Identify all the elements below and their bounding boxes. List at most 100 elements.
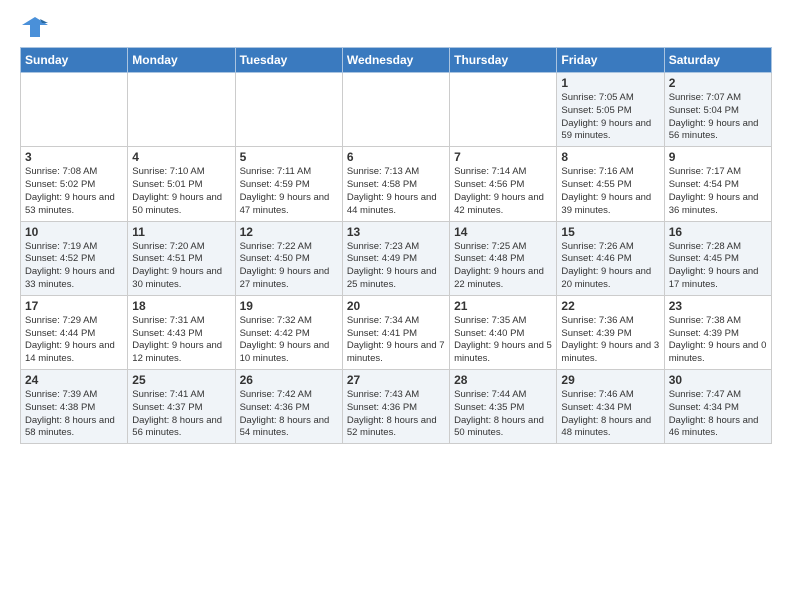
weekday-header: Monday	[128, 48, 235, 73]
calendar-cell: 13 Sunrise: 7:23 AMSunset: 4:49 PMDaylig…	[342, 221, 449, 295]
calendar-cell	[21, 73, 128, 147]
day-info: Sunrise: 7:23 AMSunset: 4:49 PMDaylight:…	[347, 241, 445, 292]
calendar-cell: 26 Sunrise: 7:42 AMSunset: 4:36 PMDaylig…	[235, 370, 342, 444]
day-info: Sunrise: 7:39 AMSunset: 4:38 PMDaylight:…	[25, 389, 123, 440]
day-info: Sunrise: 7:31 AMSunset: 4:43 PMDaylight:…	[132, 315, 230, 366]
day-info: Sunrise: 7:43 AMSunset: 4:36 PMDaylight:…	[347, 389, 445, 440]
day-number: 18	[132, 299, 230, 313]
day-number: 24	[25, 373, 123, 387]
day-info: Sunrise: 7:07 AMSunset: 5:04 PMDaylight:…	[669, 92, 767, 143]
day-info: Sunrise: 7:36 AMSunset: 4:39 PMDaylight:…	[561, 315, 659, 366]
calendar-cell: 7 Sunrise: 7:14 AMSunset: 4:56 PMDayligh…	[450, 147, 557, 221]
day-info: Sunrise: 7:32 AMSunset: 4:42 PMDaylight:…	[240, 315, 338, 366]
calendar-cell	[450, 73, 557, 147]
day-number: 3	[25, 150, 123, 164]
day-info: Sunrise: 7:16 AMSunset: 4:55 PMDaylight:…	[561, 166, 659, 217]
calendar-week-row: 10 Sunrise: 7:19 AMSunset: 4:52 PMDaylig…	[21, 221, 772, 295]
weekday-header: Sunday	[21, 48, 128, 73]
day-info: Sunrise: 7:08 AMSunset: 5:02 PMDaylight:…	[25, 166, 123, 217]
day-number: 11	[132, 225, 230, 239]
calendar-cell: 8 Sunrise: 7:16 AMSunset: 4:55 PMDayligh…	[557, 147, 664, 221]
calendar-cell: 6 Sunrise: 7:13 AMSunset: 4:58 PMDayligh…	[342, 147, 449, 221]
calendar-cell	[235, 73, 342, 147]
day-info: Sunrise: 7:22 AMSunset: 4:50 PMDaylight:…	[240, 241, 338, 292]
logo	[20, 15, 54, 39]
calendar-cell	[128, 73, 235, 147]
day-info: Sunrise: 7:20 AMSunset: 4:51 PMDaylight:…	[132, 241, 230, 292]
day-number: 28	[454, 373, 552, 387]
day-number: 29	[561, 373, 659, 387]
day-info: Sunrise: 7:25 AMSunset: 4:48 PMDaylight:…	[454, 241, 552, 292]
calendar-cell: 24 Sunrise: 7:39 AMSunset: 4:38 PMDaylig…	[21, 370, 128, 444]
day-number: 13	[347, 225, 445, 239]
day-number: 27	[347, 373, 445, 387]
day-info: Sunrise: 7:44 AMSunset: 4:35 PMDaylight:…	[454, 389, 552, 440]
logo-icon	[20, 15, 50, 39]
day-number: 25	[132, 373, 230, 387]
calendar-cell: 14 Sunrise: 7:25 AMSunset: 4:48 PMDaylig…	[450, 221, 557, 295]
day-info: Sunrise: 7:26 AMSunset: 4:46 PMDaylight:…	[561, 241, 659, 292]
calendar-cell: 27 Sunrise: 7:43 AMSunset: 4:36 PMDaylig…	[342, 370, 449, 444]
calendar-cell: 10 Sunrise: 7:19 AMSunset: 4:52 PMDaylig…	[21, 221, 128, 295]
calendar-table: SundayMondayTuesdayWednesdayThursdayFrid…	[20, 47, 772, 444]
day-number: 23	[669, 299, 767, 313]
day-number: 7	[454, 150, 552, 164]
calendar-cell: 15 Sunrise: 7:26 AMSunset: 4:46 PMDaylig…	[557, 221, 664, 295]
day-info: Sunrise: 7:29 AMSunset: 4:44 PMDaylight:…	[25, 315, 123, 366]
day-number: 16	[669, 225, 767, 239]
day-info: Sunrise: 7:42 AMSunset: 4:36 PMDaylight:…	[240, 389, 338, 440]
calendar-cell: 17 Sunrise: 7:29 AMSunset: 4:44 PMDaylig…	[21, 295, 128, 369]
weekday-header: Tuesday	[235, 48, 342, 73]
calendar-cell: 25 Sunrise: 7:41 AMSunset: 4:37 PMDaylig…	[128, 370, 235, 444]
calendar-cell: 3 Sunrise: 7:08 AMSunset: 5:02 PMDayligh…	[21, 147, 128, 221]
day-info: Sunrise: 7:34 AMSunset: 4:41 PMDaylight:…	[347, 315, 445, 366]
day-info: Sunrise: 7:14 AMSunset: 4:56 PMDaylight:…	[454, 166, 552, 217]
day-number: 30	[669, 373, 767, 387]
calendar-week-row: 17 Sunrise: 7:29 AMSunset: 4:44 PMDaylig…	[21, 295, 772, 369]
header	[20, 15, 772, 39]
day-number: 9	[669, 150, 767, 164]
day-number: 20	[347, 299, 445, 313]
day-number: 4	[132, 150, 230, 164]
calendar-cell: 19 Sunrise: 7:32 AMSunset: 4:42 PMDaylig…	[235, 295, 342, 369]
day-info: Sunrise: 7:41 AMSunset: 4:37 PMDaylight:…	[132, 389, 230, 440]
day-number: 12	[240, 225, 338, 239]
day-number: 14	[454, 225, 552, 239]
day-number: 26	[240, 373, 338, 387]
calendar-cell: 30 Sunrise: 7:47 AMSunset: 4:34 PMDaylig…	[664, 370, 771, 444]
calendar-cell: 23 Sunrise: 7:38 AMSunset: 4:39 PMDaylig…	[664, 295, 771, 369]
calendar-week-row: 3 Sunrise: 7:08 AMSunset: 5:02 PMDayligh…	[21, 147, 772, 221]
day-info: Sunrise: 7:38 AMSunset: 4:39 PMDaylight:…	[669, 315, 767, 366]
calendar-cell: 2 Sunrise: 7:07 AMSunset: 5:04 PMDayligh…	[664, 73, 771, 147]
calendar-cell	[342, 73, 449, 147]
day-info: Sunrise: 7:05 AMSunset: 5:05 PMDaylight:…	[561, 92, 659, 143]
calendar-cell: 21 Sunrise: 7:35 AMSunset: 4:40 PMDaylig…	[450, 295, 557, 369]
day-info: Sunrise: 7:10 AMSunset: 5:01 PMDaylight:…	[132, 166, 230, 217]
calendar-cell: 16 Sunrise: 7:28 AMSunset: 4:45 PMDaylig…	[664, 221, 771, 295]
weekday-header: Saturday	[664, 48, 771, 73]
day-number: 21	[454, 299, 552, 313]
calendar-week-row: 24 Sunrise: 7:39 AMSunset: 4:38 PMDaylig…	[21, 370, 772, 444]
weekday-header: Wednesday	[342, 48, 449, 73]
day-number: 8	[561, 150, 659, 164]
weekday-header-row: SundayMondayTuesdayWednesdayThursdayFrid…	[21, 48, 772, 73]
calendar-cell: 5 Sunrise: 7:11 AMSunset: 4:59 PMDayligh…	[235, 147, 342, 221]
day-number: 22	[561, 299, 659, 313]
weekday-header: Thursday	[450, 48, 557, 73]
day-info: Sunrise: 7:46 AMSunset: 4:34 PMDaylight:…	[561, 389, 659, 440]
calendar-cell: 18 Sunrise: 7:31 AMSunset: 4:43 PMDaylig…	[128, 295, 235, 369]
calendar-week-row: 1 Sunrise: 7:05 AMSunset: 5:05 PMDayligh…	[21, 73, 772, 147]
calendar-cell: 12 Sunrise: 7:22 AMSunset: 4:50 PMDaylig…	[235, 221, 342, 295]
day-number: 10	[25, 225, 123, 239]
day-info: Sunrise: 7:19 AMSunset: 4:52 PMDaylight:…	[25, 241, 123, 292]
calendar-cell: 22 Sunrise: 7:36 AMSunset: 4:39 PMDaylig…	[557, 295, 664, 369]
day-number: 6	[347, 150, 445, 164]
day-number: 15	[561, 225, 659, 239]
day-number: 5	[240, 150, 338, 164]
day-number: 1	[561, 76, 659, 90]
day-info: Sunrise: 7:47 AMSunset: 4:34 PMDaylight:…	[669, 389, 767, 440]
weekday-header: Friday	[557, 48, 664, 73]
day-number: 17	[25, 299, 123, 313]
day-info: Sunrise: 7:13 AMSunset: 4:58 PMDaylight:…	[347, 166, 445, 217]
calendar-cell: 29 Sunrise: 7:46 AMSunset: 4:34 PMDaylig…	[557, 370, 664, 444]
